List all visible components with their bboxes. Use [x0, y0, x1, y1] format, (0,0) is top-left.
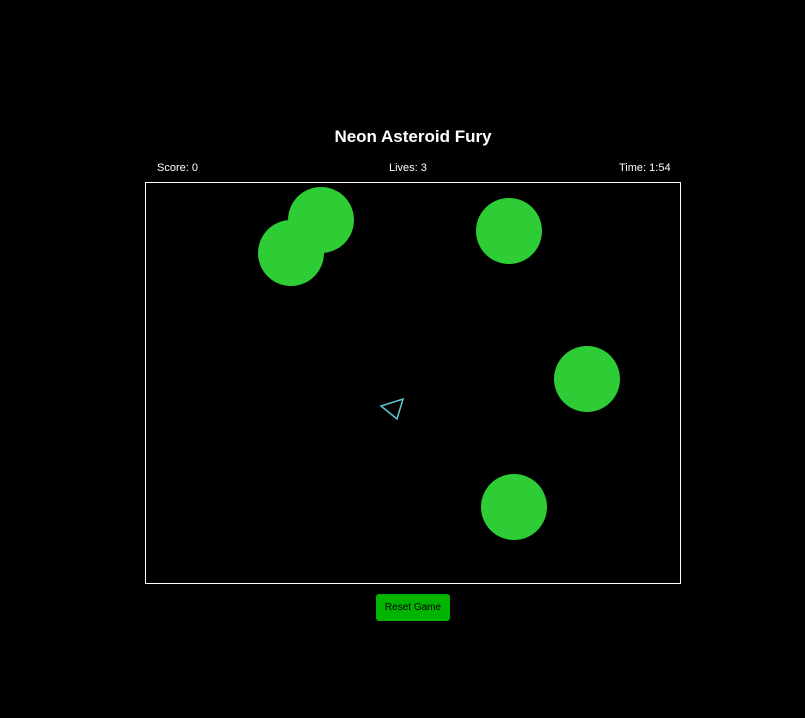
game-scene: [258, 187, 620, 540]
score-display: Score: 0: [157, 162, 198, 174]
game-canvas[interactable]: [145, 182, 681, 584]
asteroid-5: [481, 474, 547, 540]
asteroid-3: [476, 198, 542, 264]
ship-icon: [379, 397, 405, 421]
asteroid-2: [258, 220, 324, 286]
asteroid-4: [554, 346, 620, 412]
game-title: Neon Asteroid Fury: [334, 127, 492, 146]
time-display: Time: 1:54: [619, 162, 671, 174]
reset-game-button[interactable]: Reset Game: [376, 594, 450, 621]
lives-display: Lives: 3: [389, 162, 427, 174]
